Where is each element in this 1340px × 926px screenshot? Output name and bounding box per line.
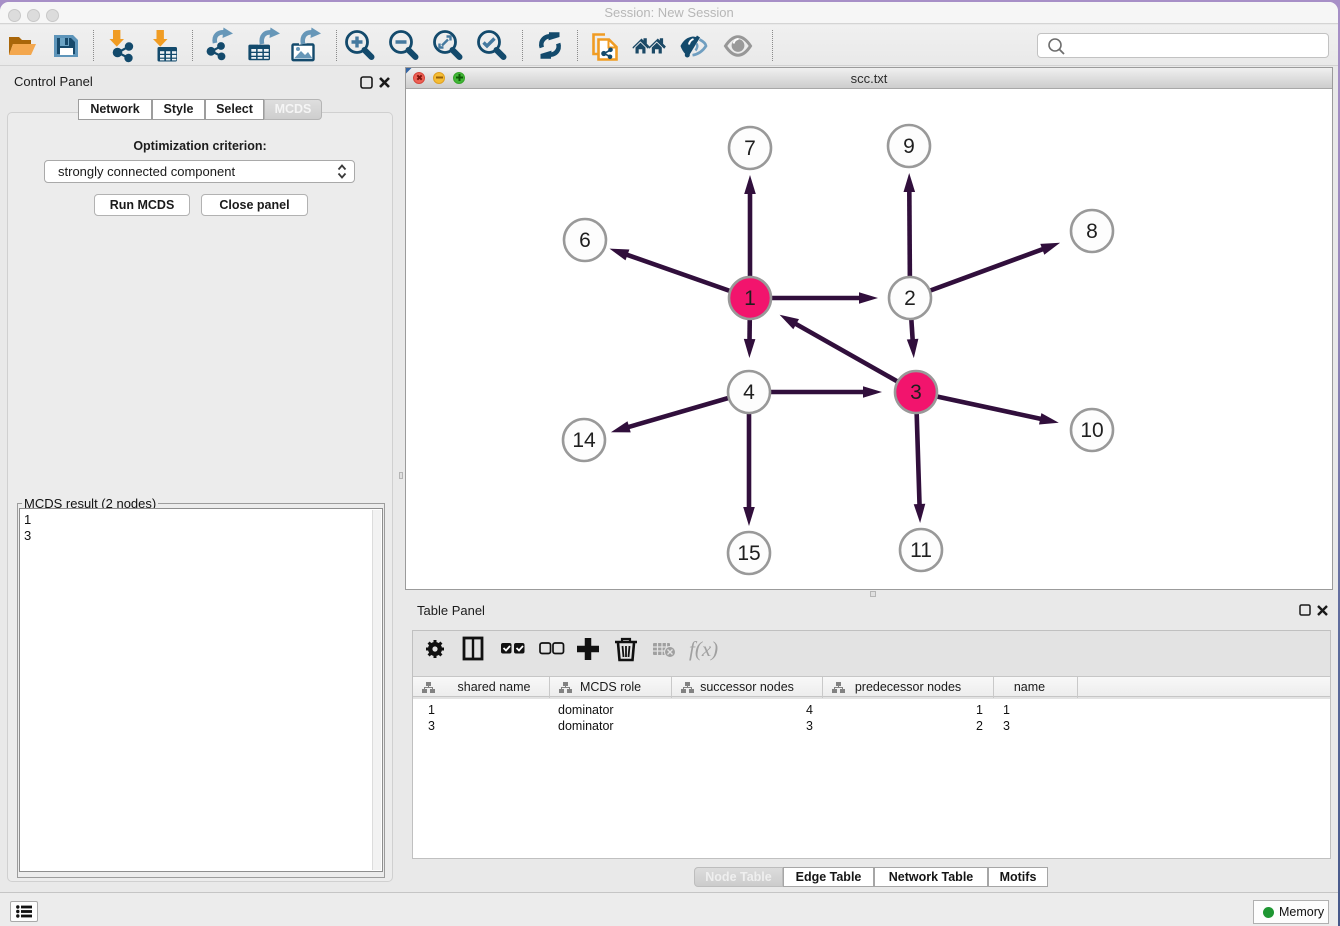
svg-text:3: 3 [910,381,922,404]
svg-text:4: 4 [743,381,755,404]
svg-text:6: 6 [579,229,591,252]
svg-text:14: 14 [572,429,596,452]
svg-text:f(x): f(x) [689,637,718,661]
svg-text:9: 9 [903,135,915,158]
svg-text:1: 1 [744,287,756,310]
svg-text:7: 7 [744,137,756,160]
svg-text:15: 15 [737,542,760,565]
svg-text:10: 10 [1080,419,1103,442]
svg-text:11: 11 [910,539,932,562]
svg-text:2: 2 [904,287,916,310]
svg-text:8: 8 [1086,220,1098,243]
